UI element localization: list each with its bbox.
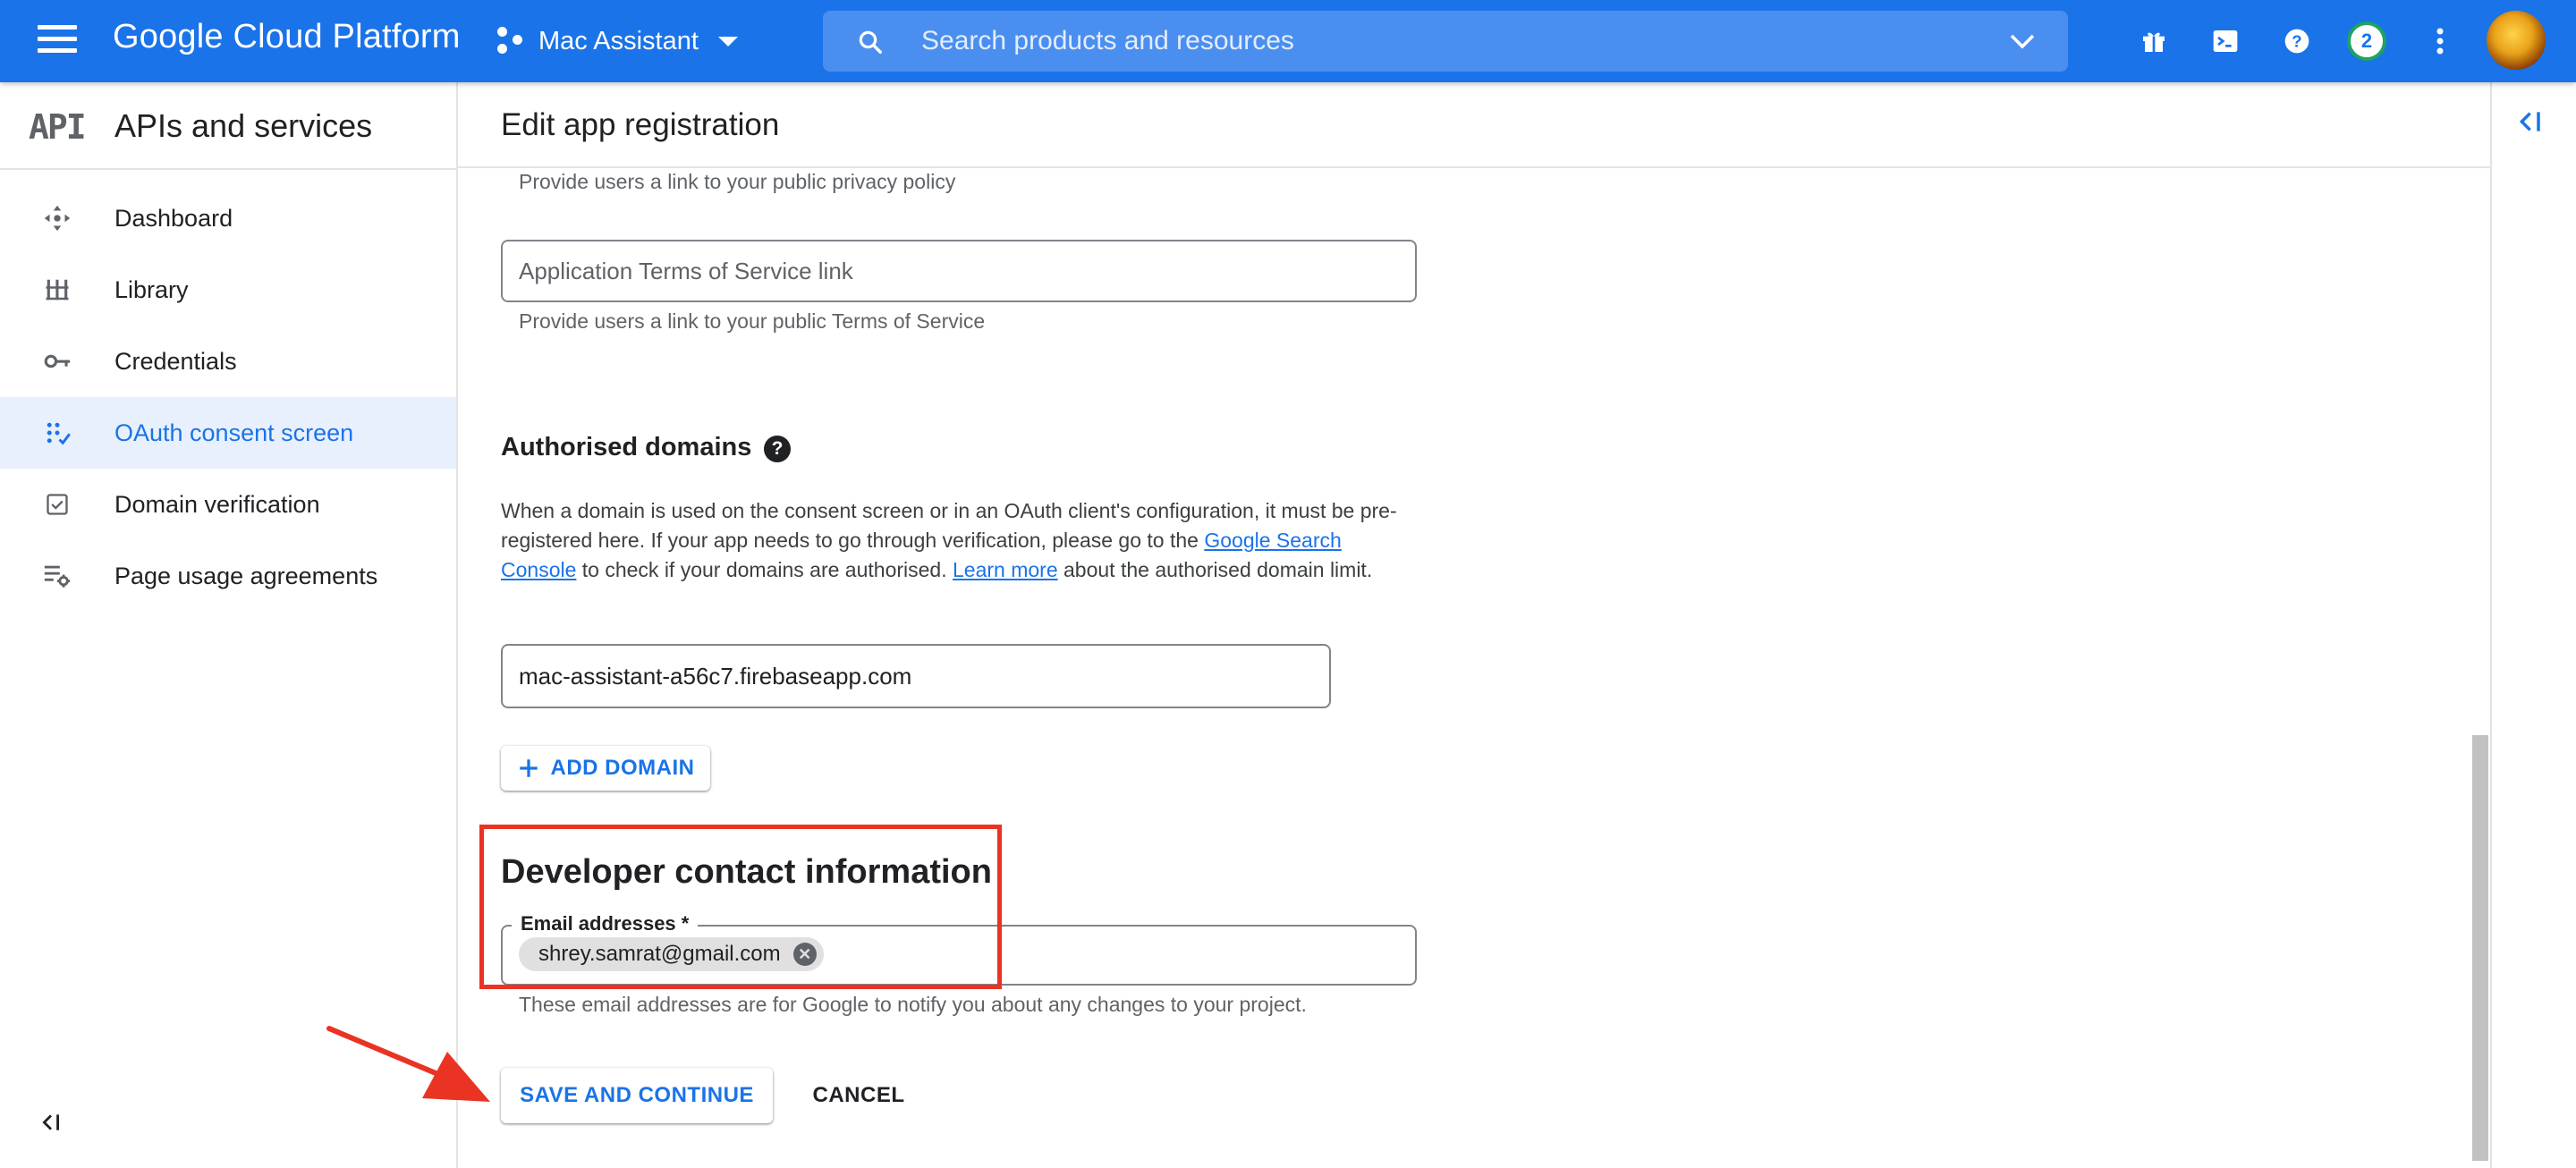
- svg-text:?: ?: [2292, 32, 2301, 51]
- description-text: about the authorised domain limit.: [1057, 558, 1373, 581]
- sidebar-item-oauth-consent-screen[interactable]: OAuth consent screen: [0, 397, 456, 469]
- sidebar-item-label: Dashboard: [114, 204, 233, 232]
- learn-more-link[interactable]: Learn more: [953, 558, 1058, 581]
- avatar[interactable]: [2487, 11, 2546, 70]
- sidebar-item-label: OAuth consent screen: [114, 419, 354, 446]
- help-icon[interactable]: ?: [2277, 21, 2317, 61]
- scrollbar-thumb[interactable]: [2472, 735, 2488, 1161]
- sidebar-item-credentials[interactable]: Credentials: [0, 326, 456, 397]
- email-chip[interactable]: shrey.samrat@gmail.com ✕: [519, 937, 824, 971]
- collapse-sidebar-icon[interactable]: [39, 1111, 63, 1138]
- project-selector[interactable]: Mac Assistant: [497, 20, 738, 63]
- sidebar-item-label: Credentials: [114, 347, 237, 375]
- gift-icon[interactable]: [2134, 21, 2174, 61]
- sidebar-item-library[interactable]: Library: [0, 254, 456, 326]
- email-hint: These email addresses are for Google to …: [519, 993, 1307, 1016]
- privacy-hint: Provide users a link to your public priv…: [519, 170, 956, 193]
- add-domain-button[interactable]: ADD DOMAIN: [501, 746, 710, 791]
- help-icon[interactable]: ?: [764, 436, 791, 462]
- developer-contact-title: Developer contact information: [501, 853, 992, 891]
- top-app-bar: Google Cloud Platform Mac Assistant ? 2: [0, 0, 2576, 82]
- sidebar-nav: Dashboard Library Credentials OAuth cons…: [0, 182, 456, 612]
- save-and-continue-button[interactable]: SAVE AND CONTINUE: [501, 1068, 773, 1123]
- search-input[interactable]: [921, 20, 1905, 63]
- terminal-icon[interactable]: [2206, 21, 2245, 61]
- add-domain-label: ADD DOMAIN: [550, 756, 695, 780]
- dashboard-icon: [39, 200, 75, 236]
- authorised-domains-description: When a domain is used on the consent scr…: [501, 496, 1422, 585]
- plus-icon: [519, 759, 538, 777]
- search-icon: [859, 30, 882, 54]
- more-vert-icon[interactable]: [2420, 21, 2460, 61]
- remove-chip-icon[interactable]: ✕: [792, 943, 817, 966]
- email-chip-text: shrey.samrat@gmail.com: [538, 942, 781, 966]
- expand-panel-icon[interactable]: [2517, 107, 2546, 140]
- sidebar-item-dashboard[interactable]: Dashboard: [0, 182, 456, 254]
- sidebar-item-domain-verification[interactable]: Domain verification: [0, 469, 456, 540]
- project-name: Mac Assistant: [538, 26, 699, 55]
- search-bar[interactable]: [823, 11, 2068, 72]
- api-logo: API: [29, 107, 87, 147]
- sidebar-title: APIs and services: [114, 107, 373, 144]
- library-icon: [39, 272, 75, 308]
- sidebar-item-label: Page usage agreements: [114, 562, 378, 589]
- authorised-domains-title: Authorised domains: [501, 433, 752, 461]
- cancel-button[interactable]: CANCEL: [796, 1068, 921, 1123]
- oauth-icon: [39, 415, 75, 451]
- caret-down-icon: [717, 36, 738, 47]
- email-addresses-field[interactable]: Email addresses * shrey.samrat@gmail.com…: [501, 912, 1417, 986]
- brand-title[interactable]: Google Cloud Platform: [113, 18, 461, 56]
- project-dots-icon: [497, 27, 526, 55]
- authorised-domain-field[interactable]: [501, 644, 1331, 708]
- chevron-down-icon[interactable]: [2009, 32, 2036, 50]
- tos-link-input[interactable]: [503, 241, 1415, 300]
- menu-icon[interactable]: [38, 25, 77, 57]
- description-text: to check if your domains are authorised.: [576, 558, 953, 581]
- tos-hint: Provide users a link to your public Term…: [519, 309, 986, 333]
- notification-badge[interactable]: 2: [2347, 21, 2386, 61]
- sidebar-item-label: Library: [114, 275, 189, 303]
- sidebar-item-label: Domain verification: [114, 490, 320, 518]
- sidebar-item-page-usage-agreements[interactable]: Page usage agreements: [0, 540, 456, 612]
- pane-header: Edit app registration: [458, 82, 2490, 168]
- authorised-domain-input[interactable]: [503, 646, 1329, 707]
- right-rail: [2490, 82, 2576, 1168]
- page-title: Edit app registration: [501, 107, 780, 142]
- key-icon: [39, 343, 75, 379]
- settings-list-icon: [39, 558, 75, 594]
- email-field-label: Email addresses *: [512, 912, 699, 935]
- sidebar: API APIs and services Dashboard Library …: [0, 82, 458, 1168]
- checkbox-icon: [39, 487, 75, 522]
- tos-link-field[interactable]: [501, 240, 1417, 302]
- divider: [0, 168, 456, 170]
